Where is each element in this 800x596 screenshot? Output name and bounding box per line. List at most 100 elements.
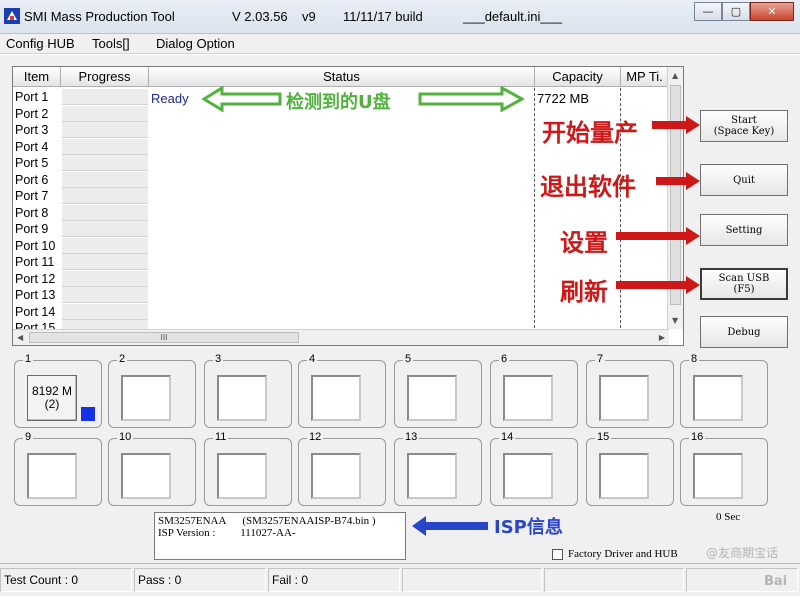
port-row-label[interactable]: Port 6 [15,173,48,190]
port-box-number: 1 [23,353,34,365]
minimize-button[interactable]: — [694,2,722,21]
port-box: 1 8192 M (2) [14,353,102,428]
port-row-label[interactable]: Port 5 [15,156,48,173]
column-header-progress[interactable]: Progress [61,67,149,87]
port-box-number: 7 [595,353,606,365]
menu-dialog-option[interactable]: Dialog Option [156,36,235,51]
annotation-detected-drive: 检测到的U盘 [286,92,391,113]
menu-bar: Config HUB Tools[] Dialog Option [0,34,800,54]
left-arrow-blue-icon [412,516,488,536]
port-box-display[interactable] [311,453,361,499]
port-row-label[interactable]: Port 7 [15,189,48,206]
port-box-display[interactable] [311,375,361,421]
right-arrow-green-icon [418,86,524,112]
isp-info-box: SM3257ENAA (SM3257ENAAISP-B74.bin ) ISP … [154,512,406,560]
title-bar: SMI Mass Production Tool V 2.03.56 v9 11… [0,0,800,34]
right-arrow-red-icon [652,116,700,134]
column-header-item[interactable]: Item [13,67,61,87]
horizontal-scrollbar[interactable]: ◀ III ▶ [13,329,669,345]
port-box: 7 [586,353,674,428]
port-box-number: 5 [403,353,414,365]
right-arrow-red-icon [616,227,700,245]
port-row-label[interactable]: Port 11 [15,255,54,272]
port-box-display[interactable] [217,453,267,499]
scroll-right-icon[interactable]: ▶ [659,333,665,342]
build-date: 11/11/17 build [343,9,423,24]
version-label: V 2.03.56 [232,9,288,24]
right-arrow-red-icon [656,172,700,190]
quit-button[interactable]: Quit [700,164,788,196]
port-box-display[interactable] [599,375,649,421]
menu-tools[interactable]: Tools[] [92,36,130,51]
scan-usb-button[interactable]: Scan USB (F5) [700,268,788,300]
port-row-label[interactable]: Port 4 [15,140,48,157]
progress-cell [62,89,148,105]
window-controls: — ▢ ✕ [694,2,794,22]
port-box-display[interactable] [121,453,171,499]
port-box-number: 2 [117,353,128,365]
port-box-display[interactable] [27,453,77,499]
port-row-label[interactable]: Port 3 [15,123,48,140]
scroll-up-icon[interactable]: ▲ [672,71,678,80]
progress-cell [62,155,148,171]
port-row-label[interactable]: Port 1 [15,90,48,107]
progress-cell [62,221,148,237]
port1-status: Ready [151,91,189,106]
factory-driver-checkbox[interactable] [552,548,563,560]
port-row-label[interactable]: Port 10 [15,239,55,256]
port-box-display[interactable] [503,375,553,421]
setting-button[interactable]: Setting [700,214,788,246]
port-row-label[interactable]: Port 9 [15,222,48,239]
fail-count: Fail : 0 [268,568,400,592]
port-box-number: 11 [213,431,229,443]
scan-usb-button-label: Scan USB [718,273,770,284]
column-header-status[interactable]: Status [149,67,535,87]
elapsed-time: 0 Sec [716,511,741,523]
scroll-down-icon[interactable]: ▼ [672,316,678,325]
port-box-display[interactable] [599,453,649,499]
factory-driver-option[interactable]: Factory Driver and HUB [552,548,678,560]
port-row-label[interactable]: Port 12 [15,272,55,289]
debug-button[interactable]: Debug [700,316,788,348]
port-box-display[interactable]: 8192 M (2) [27,375,77,421]
port-row-label[interactable]: Port 14 [15,305,55,322]
quit-button-label: Quit [733,174,755,186]
status-capacity-divider [534,88,535,328]
port-box-display[interactable] [407,453,457,499]
port-box: 12 [298,431,386,506]
port-box: 8 [680,353,768,428]
horizontal-scroll-thumb[interactable]: III [29,332,299,343]
port-box-display[interactable] [693,453,743,499]
progress-cell [62,122,148,138]
port-box-display[interactable] [121,375,171,421]
port-box: 2 [108,353,196,428]
annotation-setting: 设置 [560,229,608,257]
port-box: 15 [586,431,674,506]
factory-driver-label: Factory Driver and HUB [568,548,678,560]
port-box: 5 [394,353,482,428]
port-status-indicator [81,407,95,421]
app-title: SMI Mass Production Tool [24,9,175,24]
column-header-capacity[interactable]: Capacity [535,67,621,87]
start-button[interactable]: Start (Space Key) [700,110,788,142]
close-button[interactable]: ✕ [750,2,794,21]
status-bar: Test Count : 0 Pass : 0 Fail : 0 [0,563,800,596]
column-header-mp-time[interactable]: MP Ti. [621,67,669,87]
port-box-number: 12 [307,431,324,443]
watermark-logo-text: Bai [764,574,788,589]
menu-config-hub[interactable]: Config HUB [6,36,75,51]
maximize-button[interactable]: ▢ [722,2,750,21]
port-row-label[interactable]: Port 2 [15,107,48,124]
port-row-label[interactable]: Port 13 [15,288,55,305]
port-box-display[interactable] [407,375,457,421]
port-box: 3 [204,353,292,428]
ini-file-label: ___default.ini___ [463,9,563,24]
port-row-label[interactable]: Port 8 [15,206,48,223]
setting-button-label: Setting [725,224,763,236]
scroll-left-icon[interactable]: ◀ [17,333,23,342]
port-box-display[interactable] [693,375,743,421]
port-box-display[interactable] [217,375,267,421]
port-box-display[interactable] [503,453,553,499]
port1-capacity: 7722 MB [537,91,590,106]
build-tag: v9 [302,9,316,24]
